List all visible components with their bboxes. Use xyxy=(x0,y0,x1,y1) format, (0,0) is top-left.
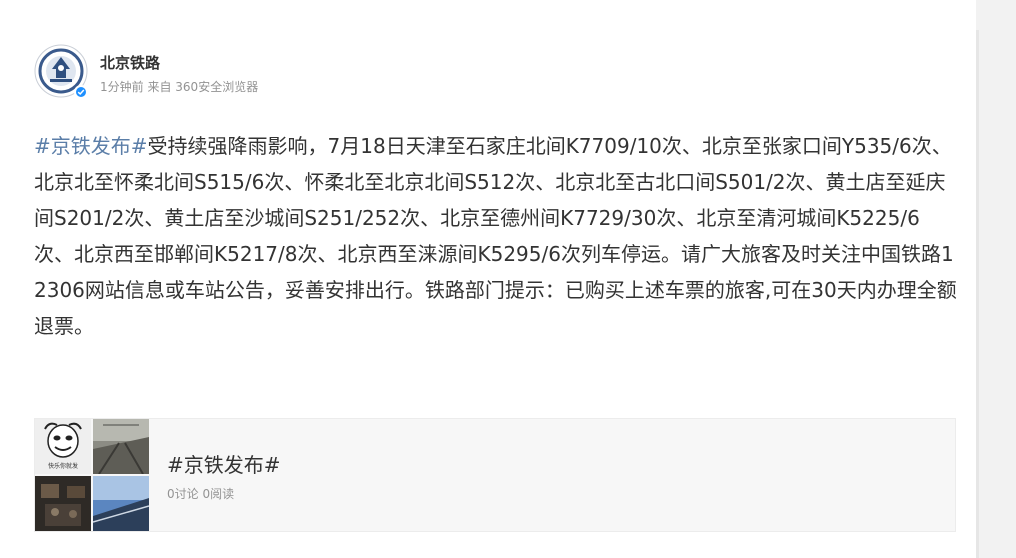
thumbnail-caption: 快乐你就发 xyxy=(47,463,78,470)
topic-stats: 0讨论 0阅读 xyxy=(167,487,235,501)
weibo-post-card: 北京铁路 1分钟前 来自 360安全浏览器 #京铁发布#受持续强降雨影响，7月1… xyxy=(0,0,976,558)
sidebar-divider xyxy=(976,30,979,558)
post-body: 受持续强降雨影响，7月18日天津至石家庄北间K7709/10次、北京至张家口间Y… xyxy=(34,134,957,338)
post-meta: 1分钟前 来自 360安全浏览器 xyxy=(100,78,258,95)
hashtag-link[interactable]: #京铁发布# xyxy=(34,134,148,158)
verified-badge-icon xyxy=(74,85,88,99)
post-source: 来自 360安全浏览器 xyxy=(147,80,259,94)
topic-thumbnails: 快乐你就发 xyxy=(35,419,149,531)
author-name[interactable]: 北京铁路 xyxy=(100,52,160,73)
avatar[interactable] xyxy=(34,44,88,99)
post-text: #京铁发布#受持续强降雨影响，7月18日天津至石家庄北间K7709/10次、北京… xyxy=(34,128,959,344)
topic-card[interactable]: 快乐你就发 #京铁发布# 0讨论 0阅读 xyxy=(34,418,956,532)
topic-title[interactable]: #京铁发布# xyxy=(167,449,281,478)
topic-thumbnail xyxy=(93,419,149,474)
right-sidebar-edge xyxy=(976,0,1016,558)
topic-thumbnail xyxy=(93,476,149,531)
topic-thumbnail xyxy=(35,476,91,531)
topic-thumbnail: 快乐你就发 xyxy=(35,419,91,474)
post-time[interactable]: 1分钟前 xyxy=(100,80,144,94)
